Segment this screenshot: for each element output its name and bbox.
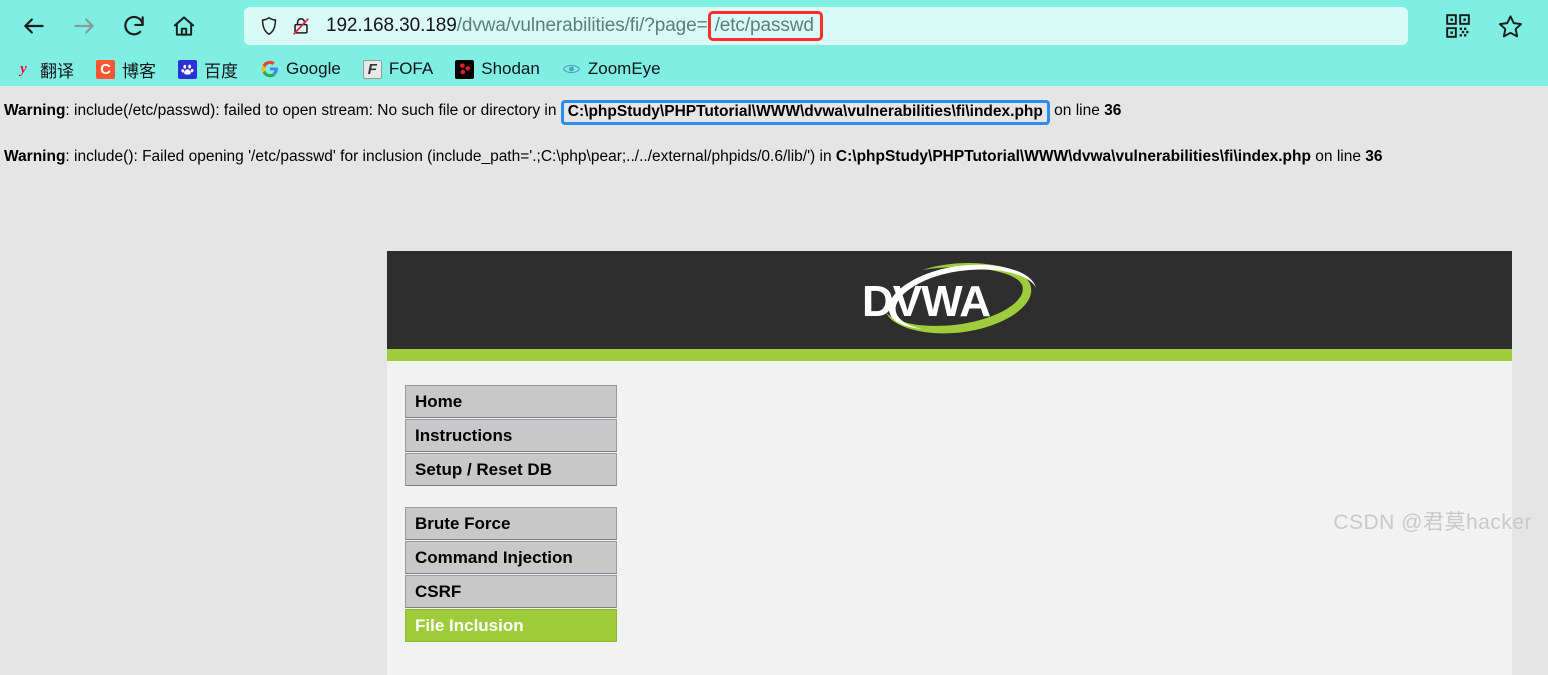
warning-message: : include(/etc/passwd): failed to open s… <box>65 102 561 119</box>
fofa-icon: F <box>362 59 382 79</box>
zoomeye-icon <box>562 60 581 79</box>
page-content: Warning: include(/etc/passwd): failed to… <box>0 86 1548 675</box>
warning-suffix: on line <box>1310 148 1366 166</box>
sidebar-item-home[interactable]: Home <box>405 385 617 418</box>
toolbar-right-actions <box>1430 6 1534 46</box>
bookmark-baidu[interactable]: 百度 <box>178 57 238 82</box>
dvwa-header: DVWA <box>387 251 1512 349</box>
warning-message: : include(): Failed opening '/etc/passwd… <box>65 148 836 166</box>
bookmark-star-button[interactable] <box>1490 6 1530 46</box>
forward-arrow-icon <box>74 18 94 34</box>
highlighted-file-path: C:\phpStudy\PHPTutorial\WWW\dvwa\vulnera… <box>560 100 1050 126</box>
bookmark-label: FOFA <box>388 59 434 78</box>
bookmark-label: ZoomEye <box>587 59 661 78</box>
qr-code-icon <box>1446 14 1470 38</box>
forward-button[interactable] <box>64 6 104 46</box>
php-warnings: Warning: include(/etc/passwd): failed to… <box>0 86 1548 166</box>
baidu-icon <box>178 59 197 79</box>
menu-separator <box>405 487 617 507</box>
warning-label: Warning <box>4 102 66 119</box>
reload-icon <box>124 15 144 36</box>
warning-label: Warning <box>4 148 66 166</box>
warning-line-number: 36 <box>1104 102 1122 119</box>
url-path: /dvwa/vulnerabilities/fi/?page= <box>456 15 708 36</box>
browser-toolbar: 192.168.30.189/dvwa/vulnerabilities/fi/?… <box>0 0 1548 52</box>
shodan-icon <box>455 59 475 79</box>
sidebar-item-brute-force[interactable]: Brute Force <box>405 507 617 540</box>
bookmark-fanyi[interactable]: y 翻译 <box>14 57 74 82</box>
url-highlighted-param: /etc/passwd <box>707 11 823 41</box>
url-bar[interactable]: 192.168.30.189/dvwa/vulnerabilities/fi/?… <box>244 7 1408 45</box>
watermark: CSDN @君莫hacker <box>1333 511 1532 534</box>
warning-line-number: 36 <box>1365 148 1383 166</box>
warning-suffix: on line <box>1049 102 1105 119</box>
bookmark-shodan[interactable]: Shodan <box>455 59 540 79</box>
home-icon <box>173 16 195 36</box>
back-arrow-icon <box>24 18 44 34</box>
bookmark-label: 翻译 <box>40 61 74 81</box>
bookmark-google[interactable]: Google <box>260 59 341 79</box>
home-button[interactable] <box>164 6 204 46</box>
sidebar-item-instructions[interactable]: Instructions <box>405 419 617 452</box>
bookmark-fofa[interactable]: F FOFA <box>362 59 434 79</box>
reload-button[interactable] <box>114 6 154 46</box>
php-warning-first: Warning: include(/etc/passwd): failed to… <box>4 99 1548 126</box>
shield-icon[interactable] <box>258 15 280 37</box>
php-warning-second: Warning: include(): Failed opening '/etc… <box>4 148 1548 166</box>
bookmarks-bar: y 翻译 C 博客 百度 Google F FOFA Shodan ZoomEy… <box>0 52 1548 86</box>
bookmark-zoomeye[interactable]: ZoomEye <box>562 59 661 79</box>
url-host: 192.168.30.189 <box>326 15 457 36</box>
sidebar-item-file-inclusion[interactable]: File Inclusion <box>405 609 617 642</box>
svg-text:DVWA: DVWA <box>862 277 990 326</box>
url-text[interactable]: 192.168.30.189/dvwa/vulnerabilities/fi/?… <box>326 11 823 41</box>
bookmark-label: Google <box>286 59 341 78</box>
sidebar-item-csrf[interactable]: CSRF <box>405 575 617 608</box>
qr-code-button[interactable] <box>1438 6 1478 46</box>
dvwa-accent-bar <box>387 349 1512 361</box>
star-icon <box>1498 14 1522 37</box>
dvwa-logo: DVWA <box>862 262 1036 334</box>
bookmark-label: Shodan <box>481 59 540 78</box>
google-icon <box>260 60 279 79</box>
lock-crossed-out-icon[interactable] <box>290 15 312 37</box>
bookmark-label: 博客 <box>122 61 156 81</box>
warning-file-path: C:\phpStudy\PHPTutorial\WWW\dvwa\vulnera… <box>835 148 1311 166</box>
bookmark-label: 百度 <box>204 61 238 81</box>
back-button[interactable] <box>14 6 54 46</box>
sidebar-item-setup-reset-db[interactable]: Setup / Reset DB <box>405 453 617 486</box>
csdn-icon: C <box>96 59 115 79</box>
yandex-translate-icon: y <box>20 60 27 77</box>
bookmark-boke[interactable]: C 博客 <box>96 57 156 82</box>
dvwa-sidebar-menu: Home Instructions Setup / Reset DB Brute… <box>405 385 617 642</box>
dvwa-app: DVWA Home Instructions Setup / Reset DB … <box>387 251 1512 675</box>
